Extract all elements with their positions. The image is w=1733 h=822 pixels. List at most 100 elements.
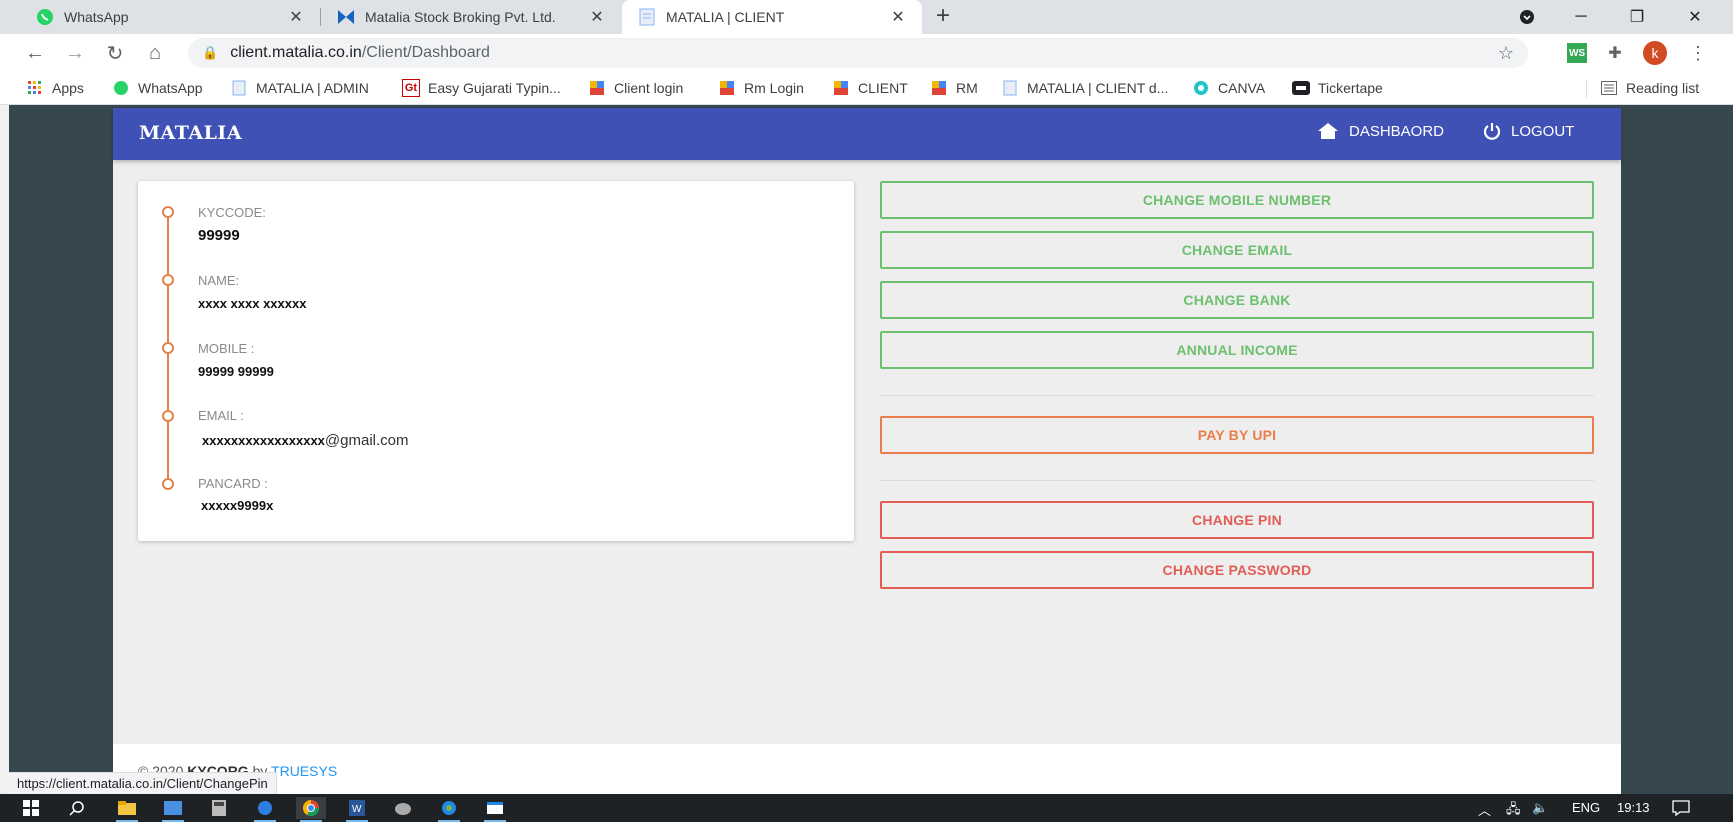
bookmark-matalia-client[interactable]: MATALIA | CLIENT d...: [1001, 79, 1168, 97]
document-icon: [638, 8, 656, 26]
close-icon[interactable]: ✕: [888, 7, 908, 27]
bookmark-label: CLIENT: [858, 80, 908, 96]
volume-icon[interactable]: 🔈: [1532, 800, 1548, 816]
document-icon: [1001, 79, 1019, 97]
bookmark-label: Tickertape: [1318, 80, 1383, 96]
close-icon[interactable]: ✕: [286, 7, 306, 27]
ws-extension-icon[interactable]: WS: [1567, 43, 1587, 63]
pan-value: xxxxx9999x: [201, 498, 274, 513]
tab-matalia-stock[interactable]: Matalia Stock Broking Pvt. Ltd. ✕: [321, 0, 621, 34]
site-icon: [718, 79, 736, 97]
reload-icon[interactable]: ↻: [102, 40, 128, 66]
bookmark-tickertape[interactable]: Tickertape: [1292, 79, 1383, 97]
site-header: MATALIA DASHBAORD LOGOUT: [113, 108, 1621, 160]
home-icon[interactable]: ⌂: [142, 40, 168, 66]
tab-whatsapp[interactable]: WhatsApp ✕: [20, 0, 320, 34]
timeline-dot: [162, 206, 174, 218]
close-icon[interactable]: ✕: [587, 7, 607, 27]
scrollbar-track[interactable]: [0, 105, 9, 794]
search-icon[interactable]: [62, 797, 92, 819]
app-icon[interactable]: [250, 797, 280, 822]
bookmark-easy-gujarati[interactable]: Gt Easy Gujarati Typin...: [402, 79, 561, 97]
clock[interactable]: 19:13: [1617, 800, 1650, 815]
bookmark-rm-login[interactable]: Rm Login: [718, 79, 804, 97]
app-window-icon[interactable]: [480, 797, 510, 822]
bookmark-label: Easy Gujarati Typin...: [428, 80, 561, 96]
bookmark-client-login[interactable]: Client login: [588, 79, 683, 97]
new-tab-plus-icon[interactable]: +: [936, 2, 950, 30]
change-pin-button[interactable]: CHANGE PIN: [880, 501, 1594, 539]
profile-initial: k: [1651, 45, 1659, 61]
change-bank-button[interactable]: CHANGE BANK: [880, 281, 1594, 319]
site-container: MATALIA DASHBAORD LOGOUT KYCCODE: 99999 …: [113, 108, 1621, 794]
menu-kebab-icon[interactable]: ⋮: [1688, 43, 1708, 63]
bookmark-whatsapp[interactable]: WhatsApp: [112, 79, 203, 97]
email-label: EMAIL :: [198, 408, 244, 423]
reading-list[interactable]: Reading list: [1600, 79, 1699, 97]
chrome-icon[interactable]: [296, 797, 326, 822]
restore-icon[interactable]: ❐: [1612, 0, 1662, 34]
bookmark-matalia-admin[interactable]: MATALIA | ADMIN: [230, 79, 369, 97]
forward-arrow-icon[interactable]: →: [62, 40, 88, 66]
profile-avatar[interactable]: k: [1643, 41, 1667, 65]
app-icon[interactable]: [388, 797, 418, 819]
email-user: xxxxxxxxxxxxxxxxx: [202, 433, 325, 448]
power-icon: [1483, 122, 1501, 140]
taskbar: W ︿ 🖧 🔈 ENG 19:13: [0, 794, 1733, 822]
minimize-icon[interactable]: ─: [1556, 0, 1606, 34]
lock-icon: 🔒: [202, 45, 219, 60]
tab-search-icon[interactable]: [1502, 0, 1552, 34]
tray-chevron-icon[interactable]: ︿: [1478, 800, 1491, 819]
pay-upi-button[interactable]: PAY BY UPI: [880, 416, 1594, 454]
app-icon[interactable]: [158, 797, 188, 822]
change-email-button[interactable]: CHANGE EMAIL: [880, 231, 1594, 269]
word-icon[interactable]: W: [342, 797, 372, 822]
tab-title: MATALIA | CLIENT: [666, 9, 785, 25]
extensions-puzzle-icon[interactable]: ✚: [1605, 43, 1625, 63]
calculator-icon[interactable]: [204, 797, 234, 819]
browser-toolbar: ← → ↻ ⌂ 🔒 client.matalia.co.in /Client/D…: [0, 34, 1733, 72]
bookmark-apps[interactable]: Apps: [26, 79, 84, 97]
site-brand[interactable]: MATALIA: [139, 122, 242, 144]
footer-vendor-link[interactable]: TRUESYS: [271, 763, 337, 779]
network-icon[interactable]: 🖧: [1506, 800, 1521, 822]
annual-income-button[interactable]: ANNUAL INCOME: [880, 331, 1594, 369]
bookmark-client[interactable]: CLIENT: [832, 79, 908, 97]
canva-icon: [1192, 79, 1210, 97]
file-explorer-icon[interactable]: [112, 797, 142, 822]
bookmark-rm[interactable]: RM: [930, 79, 978, 97]
tab-matalia-client[interactable]: MATALIA | CLIENT ✕: [622, 0, 922, 34]
window-close-icon[interactable]: ✕: [1670, 0, 1720, 34]
nav-dashboard[interactable]: DASHBAORD: [1317, 122, 1444, 140]
change-password-button[interactable]: CHANGE PASSWORD: [880, 551, 1594, 589]
back-arrow-icon[interactable]: ←: [22, 40, 48, 66]
url-path: /Client/Dashboard: [361, 44, 490, 61]
notifications-icon[interactable]: [1672, 800, 1690, 819]
nav-logout[interactable]: LOGOUT: [1483, 122, 1574, 140]
divider: [880, 395, 1594, 396]
tab-title: Matalia Stock Broking Pvt. Ltd.: [365, 9, 556, 25]
bookmark-label: RM: [956, 80, 978, 96]
language-indicator[interactable]: ENG: [1572, 800, 1600, 815]
name-label: NAME:: [198, 273, 240, 288]
kyc-label: KYCCODE:: [198, 205, 266, 220]
url-host: client.matalia.co.in: [230, 44, 362, 61]
app-icon[interactable]: [434, 797, 464, 822]
bookmark-canva[interactable]: CANVA: [1192, 79, 1265, 97]
site-icon: [588, 79, 606, 97]
windows-start-icon[interactable]: [16, 797, 46, 819]
bookmarks-bar: Apps WhatsApp MATALIA | ADMIN Gt Easy Gu…: [0, 72, 1733, 105]
whatsapp-icon: [112, 79, 130, 97]
address-bar[interactable]: 🔒 client.matalia.co.in /Client/Dashboard…: [188, 38, 1528, 68]
document-icon: [230, 79, 248, 97]
email-value: xxxxxxxxxxxxxxxxx@gmail.com: [202, 432, 409, 449]
change-mobile-button[interactable]: CHANGE MOBILE NUMBER: [880, 181, 1594, 219]
timeline-dot: [162, 274, 174, 286]
ws-extension-label: WS: [1568, 47, 1586, 59]
bookmark-star-icon[interactable]: ☆: [1498, 43, 1514, 64]
kyc-value: 99999: [198, 227, 240, 244]
bookmark-label: WhatsApp: [138, 80, 203, 96]
reading-list-icon: [1600, 79, 1618, 97]
site-icon: [832, 79, 850, 97]
site-footer: © 2020 KYCORG by TRUESYS: [113, 744, 1621, 794]
